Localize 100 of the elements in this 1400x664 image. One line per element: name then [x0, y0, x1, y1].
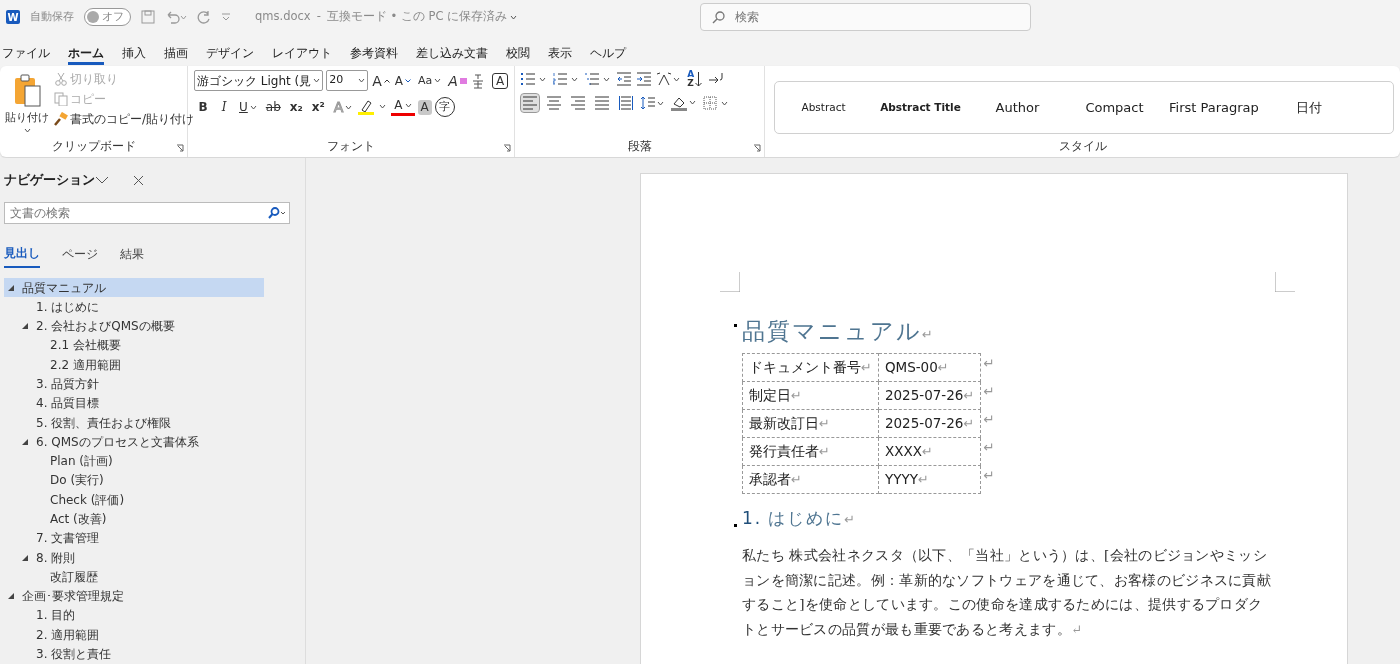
style-option[interactable]: First Paragrap — [1163, 96, 1260, 119]
strikethrough-button[interactable]: ab — [262, 98, 284, 116]
bullets-icon[interactable] — [521, 72, 548, 86]
numbering-icon[interactable] — [553, 72, 580, 86]
line-spacing-icon[interactable] — [641, 96, 666, 110]
menu-tab[interactable]: 参考資料 — [341, 41, 407, 65]
outline-item[interactable]: Act (改善) — [32, 509, 292, 529]
pane-tab[interactable]: ページ — [62, 244, 98, 269]
outline-item[interactable]: 7. 文書管理 — [18, 528, 278, 548]
outline-item[interactable]: 1. 目的 — [18, 605, 278, 625]
table-cell: 2025-07-26↵ — [878, 381, 981, 409]
chevron-down-icon[interactable] — [95, 176, 109, 184]
shrink-font-button[interactable]: A — [393, 72, 413, 89]
style-option[interactable]: Abstract Title — [872, 98, 969, 117]
close-icon[interactable] — [133, 174, 144, 186]
copy-icon — [54, 92, 68, 106]
outline-item[interactable]: 4. 品質目標 — [18, 393, 278, 413]
caret-icon — [345, 104, 353, 110]
expanded-triangle-icon[interactable] — [8, 284, 14, 291]
group-label: クリップボード — [51, 137, 136, 155]
menu-tab[interactable]: デザイン — [197, 41, 263, 65]
outline-item[interactable]: 改訂履歴 — [32, 567, 292, 587]
caret-icon — [249, 104, 257, 110]
align-distributed-button[interactable] — [617, 94, 636, 112]
menu-tab[interactable]: 校閲 — [497, 41, 539, 65]
pane-tab[interactable]: 結果 — [120, 244, 144, 269]
menu-tab[interactable]: 挿入 — [113, 41, 155, 65]
pane-tab[interactable]: 見出し — [4, 244, 40, 269]
sort-button[interactable]: A Z — [687, 70, 703, 88]
increase-indent-icon[interactable] — [637, 72, 652, 86]
character-shading-button[interactable]: A — [417, 99, 432, 115]
outline-item[interactable]: 品質マニュアル — [4, 278, 264, 298]
decrease-indent-icon[interactable] — [617, 72, 632, 86]
style-option[interactable]: Abstract — [775, 98, 872, 117]
style-option[interactable]: Compact — [1066, 96, 1163, 119]
font-size-dropdown[interactable]: 20 — [326, 70, 369, 91]
menu-tab[interactable]: ファイル — [0, 41, 59, 65]
outline-item[interactable]: 8. 附則 — [18, 548, 278, 568]
expanded-triangle-icon[interactable] — [22, 323, 28, 330]
multilevel-list-icon[interactable] — [585, 72, 612, 86]
menu-tab[interactable]: ホーム — [59, 41, 113, 65]
menu-tab[interactable]: ヘルプ — [581, 41, 635, 65]
menu-tab[interactable]: 描画 — [155, 41, 197, 65]
change-case-button[interactable]: Aa — [415, 71, 445, 90]
search-field[interactable]: 検索 — [700, 3, 1031, 31]
outline-item[interactable]: 2. 適用範囲 — [18, 625, 278, 645]
paragraph-marks-icon[interactable] — [708, 72, 725, 86]
underline-button[interactable]: U — [236, 98, 260, 116]
document-search-field[interactable]: 文書の検索 — [4, 202, 290, 225]
outline-item[interactable]: 1. はじめに — [18, 297, 278, 317]
align-center-button[interactable] — [545, 94, 564, 112]
align-justify-button[interactable] — [593, 94, 612, 112]
dialog-launcher-icon[interactable] — [753, 144, 761, 152]
menu-tab[interactable]: 差し込み文書 — [407, 41, 497, 65]
outline-item[interactable]: 6. QMSのプロセスと文書体系 — [18, 432, 278, 452]
font-name-dropdown[interactable]: 游ゴシック Light (見 — [194, 70, 324, 91]
phonetic-guide-icon[interactable] — [470, 72, 485, 89]
font-color-button[interactable]: A — [391, 98, 415, 116]
subscript-button[interactable]: x₂ — [286, 98, 306, 116]
outline-item[interactable]: 2.2 適用範囲 — [32, 355, 292, 375]
superscript-button[interactable]: x² — [308, 98, 328, 116]
table-cell: QMS-00↵ — [878, 353, 981, 381]
autosave-toggle[interactable]: オフ — [84, 8, 131, 26]
grow-font-button[interactable]: A — [371, 72, 391, 89]
outline-item[interactable]: Do (実行) — [32, 470, 292, 490]
borders-icon[interactable] — [703, 96, 730, 110]
table-cell: 最新改訂日↵ — [742, 409, 879, 437]
group-label: フォント — [327, 137, 376, 155]
menu-tab[interactable]: レイアウト — [263, 41, 341, 65]
outline-item[interactable]: 3. 役割と責任 — [18, 644, 278, 664]
outline-item[interactable]: 5. 役割、責任および権限 — [18, 413, 278, 433]
menu-tab[interactable]: 表示 — [539, 41, 581, 65]
expanded-triangle-icon[interactable] — [22, 438, 28, 445]
outline-item[interactable]: 3. 品質方針 — [18, 374, 278, 394]
text-direction-icon[interactable] — [657, 72, 682, 86]
customize-menu-icon[interactable] — [221, 13, 231, 21]
outline-item[interactable]: Plan (計画) — [32, 451, 292, 471]
align-left-button[interactable] — [521, 94, 540, 112]
style-option[interactable]: Author — [969, 96, 1066, 119]
row-end-mark: ↵ — [980, 437, 997, 465]
character-border-button[interactable]: A — [491, 72, 509, 89]
paste-button[interactable]: 貼り付け — [6, 70, 48, 135]
expanded-triangle-icon[interactable] — [8, 593, 14, 600]
outline-item[interactable]: 2. 会社およびQMSの概要 — [18, 316, 278, 336]
style-option[interactable]: 日付 — [1260, 96, 1357, 119]
outline-item[interactable]: 企画･要求管理規定 — [4, 586, 264, 606]
clear-formatting-button[interactable]: A — [447, 72, 468, 89]
align-right-button[interactable] — [569, 94, 588, 112]
dialog-launcher-icon[interactable] — [503, 144, 512, 152]
table-cell: XXXX↵ — [878, 437, 981, 465]
paintbrush-icon — [54, 112, 68, 126]
italic-button[interactable]: I — [215, 98, 233, 116]
outline-item[interactable]: Check (評価) — [32, 490, 292, 510]
file-name: qms.docx — [255, 8, 311, 26]
dialog-launcher-icon[interactable] — [176, 144, 184, 152]
redo-icon[interactable] — [197, 10, 211, 24]
shading-icon[interactable] — [671, 95, 698, 111]
outline-item[interactable]: 2.1 会社概要 — [32, 335, 292, 355]
table-cell: 承認者↵ — [742, 465, 879, 493]
expanded-triangle-icon[interactable] — [22, 554, 28, 561]
